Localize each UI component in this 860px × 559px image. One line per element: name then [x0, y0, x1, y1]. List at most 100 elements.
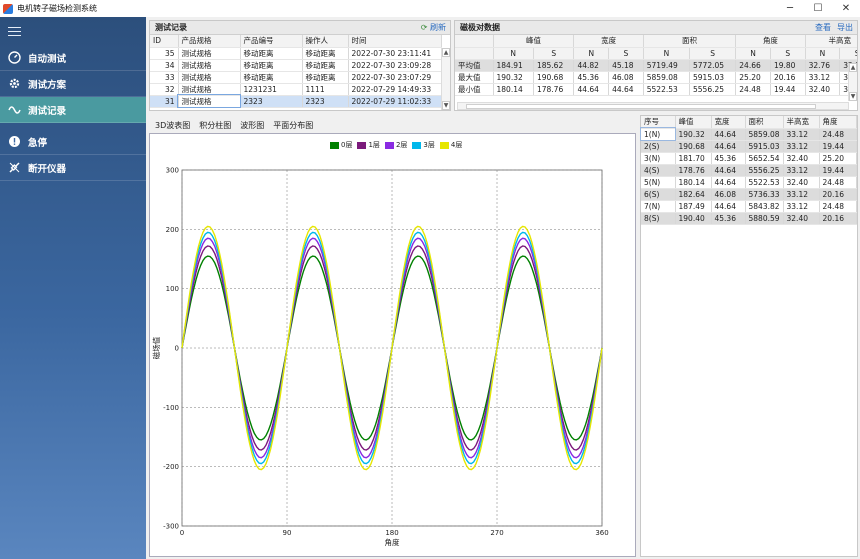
sidebar-item-label: 自动测试	[28, 53, 67, 65]
tab-integral-bar[interactable]: 积分柱图	[199, 120, 231, 131]
table-row-selected[interactable]: 31 测试规格 2323 2323 2022-07-29 11:02:33	[150, 94, 442, 108]
table-row[interactable]: 3(N) 181.70 45.36 5652.54 32.40 25.20	[641, 152, 858, 165]
column-header[interactable]: 峰值	[493, 35, 575, 48]
column-header: S	[608, 47, 644, 60]
sidebar-item-emergency-stop[interactable]: 急停	[0, 129, 146, 155]
column-header[interactable]: 产品规格	[178, 35, 241, 48]
cell-spec: 测试规格	[178, 83, 241, 96]
cell-value: 5915.03	[745, 140, 784, 153]
column-header[interactable]: 操作人	[302, 35, 349, 48]
sidebar-item-disconnect[interactable]: 断开仪器	[0, 155, 146, 181]
table-header-row: 序号 峰值 宽度 面积 半高宽 角度	[641, 116, 858, 129]
cell-value: 33.12	[783, 200, 820, 213]
cell-value: 24.48	[819, 176, 858, 189]
scroll-up-icon[interactable]: ▲	[849, 63, 857, 72]
table-row[interactable]: 1(N) 190.32 44.64 5859.08 33.12 24.48	[640, 127, 858, 141]
scroll-down-icon[interactable]: ▼	[442, 101, 450, 110]
column-header[interactable]: 面积	[643, 35, 737, 48]
scroll-thumb[interactable]	[466, 104, 816, 109]
column-header[interactable]: 宽度	[573, 35, 644, 48]
scroll-up-icon[interactable]: ▲	[442, 48, 450, 57]
cell-value: 45.36	[711, 152, 746, 165]
menu-icon[interactable]	[8, 27, 21, 36]
cell-id: 33	[150, 71, 179, 84]
records-scrollbar[interactable]: ▲ ▼	[441, 48, 450, 110]
column-header[interactable]: 峰值	[675, 116, 712, 129]
cell-index[interactable]: 1(N)	[640, 127, 676, 141]
cell-value: 25.20	[819, 152, 858, 165]
window-title: 电机转子磁场检测系统	[17, 4, 97, 13]
table-row[interactable]: 33 测试规格 移动距离 移动距离 2022-07-30 23:07:29	[150, 71, 442, 84]
table-row[interactable]: 最小值 180.14 178.76 44.64 44.64 5522.53 55…	[455, 83, 857, 96]
waveform-chart: 3002001000-100-200-3000 90 180 270 360角度磁场值	[151, 167, 609, 548]
cell-index: 5(N)	[641, 176, 676, 189]
cell-value: 33.12	[783, 140, 820, 153]
cell-value: 5556.25	[689, 83, 737, 96]
table-row[interactable]: 35 测试规格 移动距离 移动距离 2022-07-30 23:11:41	[150, 47, 442, 60]
cell-operator: 移动距离	[302, 71, 349, 84]
column-header[interactable]: 产品编号	[240, 35, 303, 48]
tab-plane-distribution[interactable]: 平面分布图	[273, 120, 313, 131]
scroll-down-icon[interactable]: ▼	[849, 92, 857, 101]
minimize-button[interactable]: ─	[776, 0, 804, 17]
maximize-button[interactable]: ☐	[804, 0, 832, 17]
column-header[interactable]: 序号	[641, 116, 676, 129]
table-row[interactable]: 34 测试规格 移动距离 移动距离 2022-07-30 23:09:28	[150, 59, 442, 72]
cell-value: 33.12	[783, 164, 820, 177]
sidebar-item-auto-test[interactable]: 自动测试	[0, 45, 146, 71]
column-header: N	[493, 47, 534, 60]
column-header[interactable]: 时间	[348, 35, 442, 48]
cell-time: 2022-07-29 14:49:33	[348, 83, 442, 96]
horizontal-scrollbar[interactable]	[457, 102, 849, 110]
cell-operator: 2323	[302, 95, 349, 108]
tab-waveform[interactable]: 波形图	[240, 120, 264, 131]
cell-value: 190.32	[675, 128, 712, 141]
cell-value: 44.64	[711, 128, 746, 141]
column-header[interactable]: 面积	[745, 116, 784, 129]
table-row[interactable]: 5(N) 180.14 44.64 5522.53 32.40 24.48	[641, 176, 858, 189]
table-row[interactable]: 平均值 184.91 185.62 44.82 45.18 5719.49 57…	[455, 59, 857, 72]
column-header[interactable]: 宽度	[711, 116, 746, 129]
column-header[interactable]: 角度	[819, 116, 858, 129]
cell-value: 5859.08	[643, 71, 691, 84]
table-row[interactable]: 4(S) 178.76 44.64 5556.25 33.12 19.44	[641, 164, 858, 177]
x-axis-label: 角度	[385, 537, 400, 547]
cell-spec-editing[interactable]: 测试规格	[177, 94, 241, 108]
pole-data-scrollbar[interactable]: ▲ ▼	[848, 63, 857, 101]
tab-3d-wave[interactable]: 3D波表图	[155, 120, 190, 131]
close-button[interactable]: ✕	[832, 0, 860, 17]
cell-value: 5772.05	[689, 59, 737, 72]
table-row[interactable]: 8(S) 190.40 45.36 5880.59 32.40 20.16	[641, 212, 858, 225]
column-header[interactable]: 半高宽	[805, 35, 857, 48]
column-header[interactable]: 角度	[735, 35, 806, 48]
cell-value: 46.08	[608, 71, 644, 84]
table-row[interactable]: 2(S) 190.68 44.64 5915.03 33.12 19.44	[641, 140, 858, 153]
sidebar-item-label: 急停	[28, 137, 48, 149]
column-header: N	[805, 47, 841, 60]
sidebar-item-test-plan[interactable]: 测试方案	[0, 71, 146, 97]
cell-value: 32.40	[805, 83, 841, 96]
cell-time: 2022-07-30 23:09:28	[348, 59, 442, 72]
gear-icon	[8, 77, 21, 90]
sidebar-item-test-records[interactable]: 测试记录	[0, 97, 146, 123]
cell-value: 180.14	[675, 176, 712, 189]
sidebar-item-label: 测试方案	[28, 79, 67, 91]
export-button[interactable]: 导出	[837, 22, 853, 33]
pole-detail-table: 序号 峰值 宽度 面积 半高宽 角度 1(N) 190.32 44.64 585…	[640, 116, 858, 225]
cell-id: 34	[150, 59, 179, 72]
column-header[interactable]: ID	[150, 35, 179, 48]
table-row[interactable]: 7(N) 187.49 44.64 5843.82 33.12 24.48	[641, 200, 858, 213]
refresh-button[interactable]: ⟳ 刷新	[421, 22, 446, 33]
cell-product-no: 移动距离	[240, 59, 303, 72]
cell-value: 33.12	[783, 188, 820, 201]
cell-value: 20.16	[770, 71, 806, 84]
cell-value: 45.36	[573, 71, 610, 84]
panel-title: 测试记录	[155, 23, 187, 32]
table-row[interactable]: 最大值 190.32 190.68 45.36 46.08 5859.08 59…	[455, 71, 857, 84]
view-button[interactable]: 查看	[815, 22, 831, 33]
cell-value: 44.64	[711, 176, 746, 189]
table-row[interactable]: 6(S) 182.64 46.08 5736.33 33.12 20.16	[641, 188, 858, 201]
cell-value: 19.80	[770, 59, 806, 72]
column-header[interactable]: 半高宽	[783, 116, 820, 129]
table-row[interactable]: 32 测试规格 1231231 1111 2022-07-29 14:49:33	[150, 83, 442, 96]
